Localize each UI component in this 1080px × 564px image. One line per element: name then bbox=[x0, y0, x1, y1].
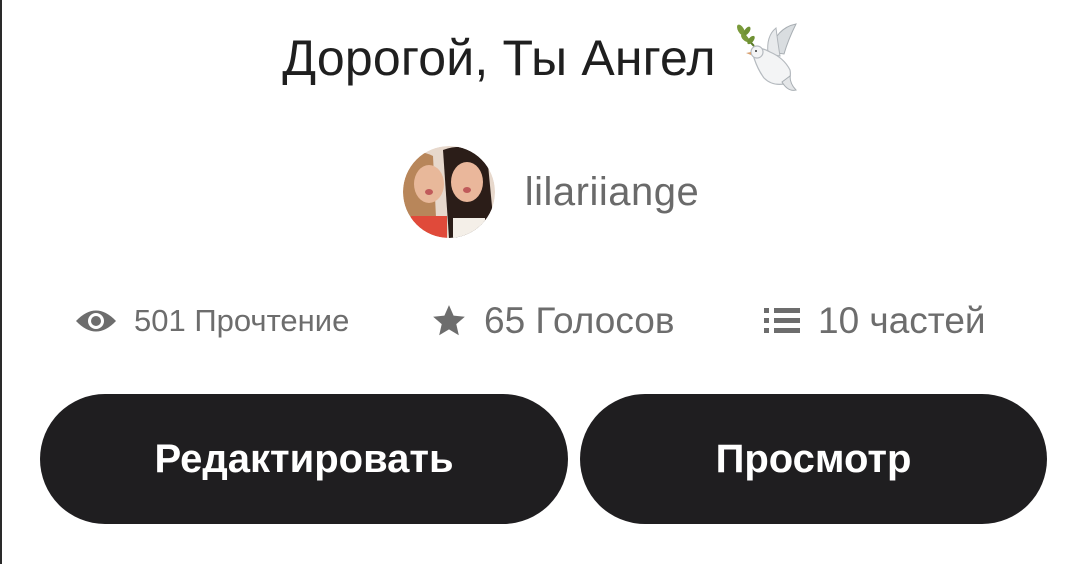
edit-button[interactable]: Редактировать bbox=[40, 394, 568, 524]
votes-stat: 65 Голосов bbox=[430, 296, 675, 346]
star-icon bbox=[433, 305, 465, 336]
list-icon bbox=[764, 308, 800, 333]
reads-stat: 501 Прочтение bbox=[74, 296, 349, 346]
eye-icon bbox=[76, 310, 116, 332]
story-stats: 501 Прочтение 65 Голосов 10 частей bbox=[2, 296, 1080, 346]
story-header: Дорогой, Ты Ангел bbox=[2, 22, 1080, 94]
parts-stat: 10 частей bbox=[762, 296, 986, 346]
votes-count: 65 Голосов bbox=[484, 300, 675, 341]
author-row[interactable]: lilariiange bbox=[2, 146, 1080, 238]
parts-count: 10 частей bbox=[818, 300, 986, 341]
story-title: Дорогой, Ты Ангел bbox=[282, 30, 716, 86]
author-username[interactable]: lilariiange bbox=[525, 170, 699, 215]
story-details-screen: Дорогой, Ты Ангел lilariiange 501 Прочте… bbox=[0, 0, 1080, 564]
reads-count: 501 Прочтение bbox=[134, 303, 350, 338]
dove-icon bbox=[736, 23, 797, 91]
preview-button[interactable]: Просмотр bbox=[580, 394, 1047, 524]
avatar[interactable] bbox=[402, 146, 495, 238]
